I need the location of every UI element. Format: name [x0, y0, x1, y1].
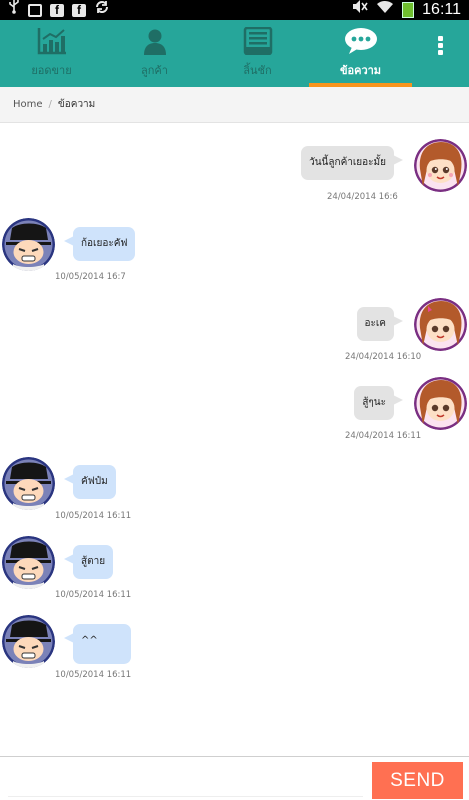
- message-text: สู้ตาย: [81, 556, 106, 567]
- message-text: วันนี้ลูกค้าเยอะมั้ย: [309, 157, 386, 168]
- sync-icon: [94, 0, 110, 22]
- message-bubble: วันนี้ลูกค้าเยอะมั้ย: [301, 146, 403, 180]
- facebook-icon: [50, 3, 64, 17]
- message-text: อะเค: [364, 318, 386, 329]
- drawer-icon: [243, 27, 273, 55]
- message-timestamp: 10/05/2014 16:11: [55, 590, 132, 600]
- breadcrumb-separator: /: [48, 99, 52, 110]
- boy-avatar: [2, 218, 55, 271]
- girl-avatar: [414, 298, 467, 351]
- boy-avatar: [2, 615, 55, 668]
- message-text: คัฟป๋ม: [81, 476, 108, 487]
- send-button[interactable]: SEND: [372, 762, 463, 799]
- message-text: ก้อเยอะคัฟ: [81, 238, 128, 249]
- breadcrumb: Home / ข้อความ: [0, 87, 469, 123]
- message-bubble: สู้ตาย: [63, 545, 114, 579]
- tab-bar: ยอดขาย ลูกค้า ลิ้นชัก ข้อความ: [0, 20, 469, 87]
- message-timestamp: 10/05/2014 16:7: [55, 272, 126, 282]
- clock: 16:11: [422, 1, 461, 18]
- breadcrumb-current: ข้อความ: [57, 99, 96, 110]
- message-text: สู้ๆนะ: [362, 397, 386, 408]
- chat-icon: [344, 27, 378, 55]
- overflow-menu-icon[interactable]: [412, 20, 469, 87]
- tab-drawer[interactable]: ลิ้นชัก: [206, 20, 309, 87]
- boy-avatar: [2, 457, 55, 510]
- girl-avatar: [414, 139, 467, 192]
- message-timestamp: 10/05/2014 16:11: [55, 511, 132, 521]
- girl-avatar: [414, 377, 467, 430]
- message-list[interactable]: วันนี้ลูกค้าเยอะมั้ย 24/04/2014 16:6 ก้อ…: [0, 123, 469, 756]
- message-composer: SEND: [0, 756, 469, 800]
- message-text: ^^: [81, 635, 98, 646]
- person-icon: [143, 27, 167, 55]
- mute-icon: [352, 0, 368, 21]
- message-bubble: คัฟป๋ม: [64, 465, 116, 499]
- notification-icons: [8, 0, 110, 22]
- message-bubble: อะเค: [356, 307, 404, 341]
- message-bubble: ก้อเยอะคัฟ: [63, 227, 136, 261]
- tab-customers[interactable]: ลูกค้า: [103, 20, 206, 87]
- tab-label: ลิ้นชัก: [243, 64, 272, 77]
- message-input[interactable]: [8, 761, 363, 797]
- system-icons: 16:11: [352, 0, 461, 21]
- usb-icon: [8, 0, 20, 21]
- tab-label: ยอดขาย: [31, 64, 72, 77]
- boy-avatar: [2, 536, 55, 589]
- chart-icon: [37, 27, 67, 55]
- message-bubble: สู้ๆนะ: [354, 386, 403, 420]
- message-bubble: ^^: [64, 624, 131, 664]
- battery-icon: [402, 2, 415, 18]
- message-timestamp: 10/05/2014 16:11: [55, 670, 132, 680]
- message-timestamp: 24/04/2014 16:6: [327, 192, 398, 202]
- tab-label: ลูกค้า: [141, 64, 168, 77]
- tab-label: ข้อความ: [339, 64, 382, 77]
- tab-sales[interactable]: ยอดขาย: [0, 20, 103, 87]
- message-timestamp: 24/04/2014 16:10: [345, 352, 422, 362]
- status-bar: 16:11: [0, 0, 469, 20]
- wifi-icon: [376, 0, 394, 21]
- message-timestamp: 24/04/2014 16:11: [345, 431, 422, 441]
- image-icon: [28, 3, 42, 17]
- facebook-icon: [72, 3, 86, 17]
- tab-messages[interactable]: ข้อความ: [309, 20, 412, 87]
- breadcrumb-home[interactable]: Home: [13, 99, 43, 110]
